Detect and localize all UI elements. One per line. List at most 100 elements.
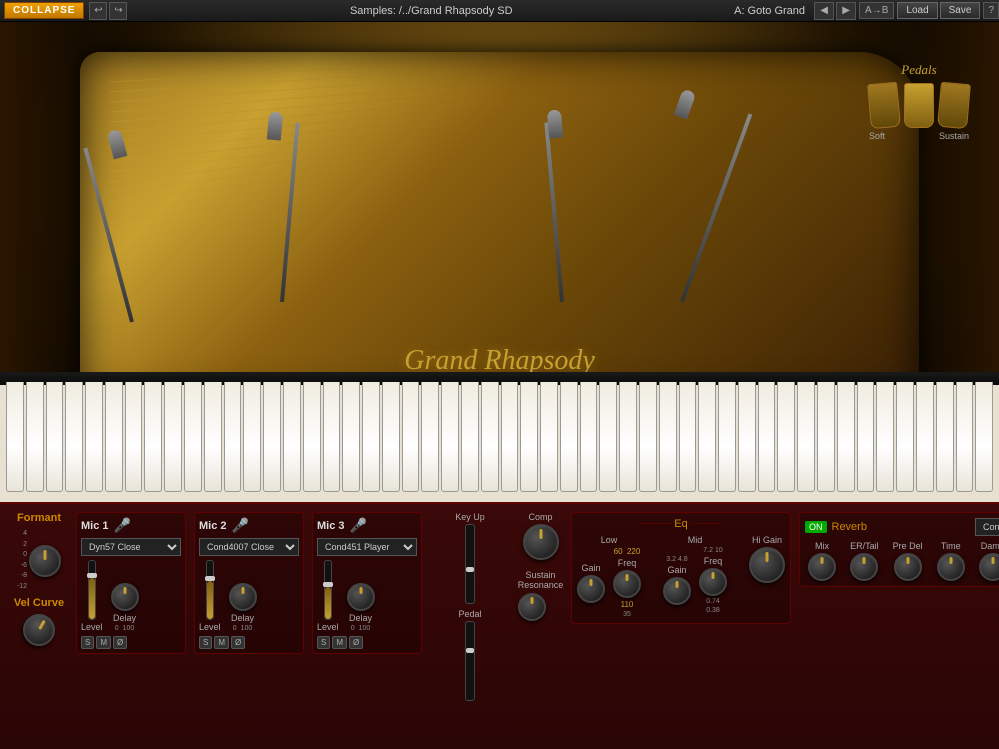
reverb-ertail-knob[interactable] [850,553,878,581]
mic3-level-slider[interactable]: Level [317,560,339,632]
white-key[interactable] [619,382,637,492]
white-key[interactable] [481,382,499,492]
white-key[interactable] [243,382,261,492]
white-key[interactable] [817,382,835,492]
white-key[interactable] [738,382,756,492]
white-key[interactable] [718,382,736,492]
load-button[interactable]: Load [897,2,937,19]
white-key[interactable] [876,382,894,492]
reverb-on-button[interactable]: ON [805,521,827,533]
white-key[interactable] [639,382,657,492]
reverb-room-select[interactable]: Concert Hall [975,518,999,536]
white-key[interactable] [580,382,598,492]
white-key[interactable] [501,382,519,492]
white-key[interactable] [837,382,855,492]
mic1-delay-knob[interactable] [111,583,139,611]
white-key[interactable] [46,382,64,492]
white-key[interactable] [184,382,202,492]
mic3-dropdown[interactable]: Cond451 Player [317,538,417,556]
white-key[interactable] [382,382,400,492]
mic3-delay-knob[interactable] [347,583,375,611]
white-key[interactable] [659,382,677,492]
white-key[interactable] [6,382,24,492]
mic2-level-slider[interactable]: Level [199,560,221,632]
white-key[interactable] [956,382,974,492]
white-key[interactable] [323,382,341,492]
sustain-pedal[interactable] [937,82,971,129]
white-key[interactable] [144,382,162,492]
keys-area[interactable] [0,372,999,502]
white-key[interactable] [857,382,875,492]
white-key[interactable] [916,382,934,492]
eq-low-gain-knob[interactable] [577,575,605,603]
white-key[interactable] [421,382,439,492]
mic2-dropdown[interactable]: Cond4007 Close [199,538,299,556]
mic3-phase-button[interactable]: Ø [349,636,363,649]
middle-pedal[interactable] [904,83,934,128]
undo-button[interactable]: ↩ [89,2,107,20]
white-key[interactable] [777,382,795,492]
key-up-slider[interactable] [465,524,475,604]
mic1-s-button[interactable]: S [81,636,94,649]
white-key[interactable] [402,382,420,492]
white-key[interactable] [758,382,776,492]
comp-knob[interactable] [523,524,559,560]
eq-mid-gain-knob[interactable] [663,577,691,605]
mic1-dropdown[interactable]: Dyn57 Close [81,538,181,556]
help-button[interactable]: ? [983,2,999,19]
white-key[interactable] [698,382,716,492]
mic2-s-button[interactable]: S [199,636,212,649]
eq-low-freq-knob[interactable] [613,570,641,598]
vel-curve-knob[interactable] [17,608,61,652]
mic1-level-slider[interactable]: Level [81,560,103,632]
white-key[interactable] [362,382,380,492]
eq-mid-freq-knob[interactable] [699,568,727,596]
white-key[interactable] [599,382,617,492]
collapse-button[interactable]: COLLAPSE [4,2,84,19]
mic2-phase-button[interactable]: Ø [231,636,245,649]
white-key[interactable] [164,382,182,492]
nav-right-button[interactable]: ▶ [836,2,856,20]
mic1-phase-button[interactable]: Ø [113,636,127,649]
white-key[interactable] [204,382,222,492]
soft-pedal[interactable] [867,82,901,129]
white-key[interactable] [975,382,993,492]
mic3-m-button[interactable]: M [332,636,347,649]
white-key[interactable] [441,382,459,492]
white-key[interactable] [303,382,321,492]
white-key[interactable] [896,382,914,492]
white-key[interactable] [65,382,83,492]
sustain-resonance-knob[interactable] [518,593,546,621]
reverb-mix-knob[interactable] [808,553,836,581]
mic2-delay-knob[interactable] [229,583,257,611]
ab-button[interactable]: A→B [859,2,894,19]
white-key[interactable] [797,382,815,492]
mic2-m-button[interactable]: M [214,636,229,649]
reverb-time-knob[interactable] [937,553,965,581]
mic1-m-button[interactable]: M [96,636,111,649]
white-key[interactable] [560,382,578,492]
pedal-slider[interactable] [465,621,475,701]
redo-button[interactable]: ↪ [109,2,127,20]
white-key[interactable] [461,382,479,492]
white-key[interactable] [936,382,954,492]
white-key[interactable] [26,382,44,492]
white-key[interactable] [540,382,558,492]
white-key[interactable] [105,382,123,492]
white-key[interactable] [520,382,538,492]
eq-hi-gain-knob[interactable] [749,547,785,583]
reverb-damp-knob[interactable] [979,553,999,581]
white-key[interactable] [283,382,301,492]
white-key[interactable] [342,382,360,492]
white-keys[interactable] [0,382,999,492]
save-button[interactable]: Save [940,2,981,19]
reverb-predel-knob[interactable] [894,553,922,581]
white-key[interactable] [125,382,143,492]
white-key[interactable] [263,382,281,492]
nav-left-button[interactable]: ◀ [814,2,834,20]
formant-knob[interactable] [29,545,61,577]
white-key[interactable] [85,382,103,492]
mic3-s-button[interactable]: S [317,636,330,649]
white-key[interactable] [679,382,697,492]
white-key[interactable] [224,382,242,492]
